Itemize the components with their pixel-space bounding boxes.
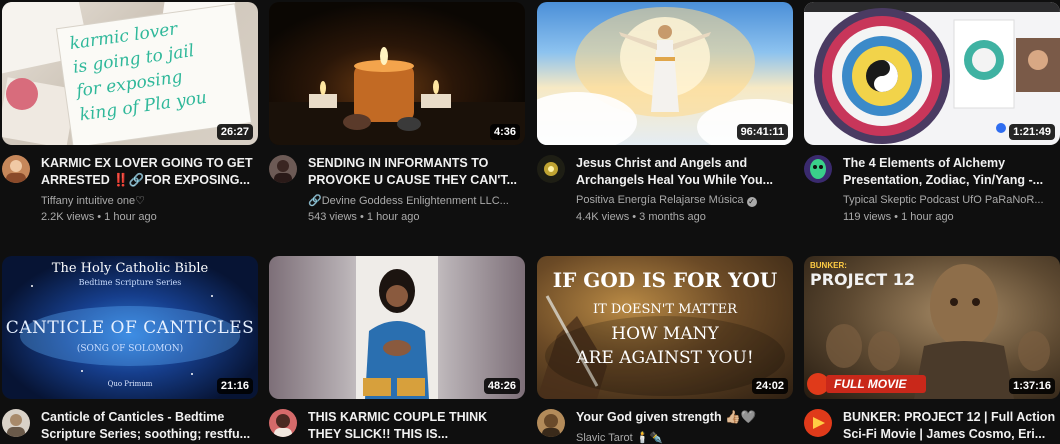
upload-age: 3 months ago: [639, 211, 706, 223]
thumb-kicker: BUNKER:: [810, 261, 847, 270]
duration-badge: 1:37:16: [1009, 378, 1055, 394]
video-thumbnail[interactable]: The Holy Catholic Bible Bedtime Scriptur…: [2, 256, 258, 399]
channel-name[interactable]: Positiva Energía Relajarse Música ✓: [576, 194, 790, 207]
video-title[interactable]: THIS KARMIC COUPLE THINK THEY SLICK!! TH…: [308, 409, 522, 443]
video-card[interactable]: karmic lover is going to jail for exposi…: [2, 2, 258, 223]
view-count: 543 views: [308, 211, 357, 223]
view-count: 4.4K views: [576, 211, 630, 223]
channel-avatar[interactable]: [537, 155, 565, 183]
video-card[interactable]: 96:41:11 Jesus Christ and Angels and Arc…: [537, 2, 793, 223]
video-thumbnail[interactable]: IF GOD IS FOR YOU IT DOESN'T MATTER HOW …: [537, 256, 793, 399]
video-thumbnail[interactable]: 48:26: [269, 256, 525, 399]
duration-badge: 21:16: [216, 378, 253, 394]
channel-name[interactable]: 🔗Devine Goddess Enlightenment LLC...: [308, 194, 522, 207]
duration-badge: 48:26: [483, 378, 520, 394]
video-title[interactable]: Your God given strength 👍🏼🩶: [576, 409, 790, 426]
channel-name[interactable]: Tiffany intuitive one♡: [41, 194, 255, 207]
video-thumbnail[interactable]: 96:41:11: [537, 2, 793, 145]
video-grid: karmic lover is going to jail for exposi…: [0, 0, 1060, 444]
video-card[interactable]: 4:36 SENDING IN INFORMANTS TO PROVOKE U …: [269, 2, 525, 223]
channel-avatar[interactable]: [537, 409, 565, 437]
thumb-heading: The Holy Catholic Bible: [51, 261, 209, 276]
video-title[interactable]: Jesus Christ and Angels and Archangels H…: [576, 155, 790, 189]
duration-badge: 24:02: [751, 378, 788, 394]
channel-avatar[interactable]: [2, 155, 30, 183]
thumb-subheading: Bedtime Scripture Series: [78, 278, 182, 287]
channel-name[interactable]: Typical Skeptic Podcast UfO PaRaNoR...: [843, 194, 1057, 206]
verified-check-icon: ✓: [746, 197, 757, 207]
thumb-line-3: HOW MANY: [611, 324, 719, 344]
video-card[interactable]: BUNKER: PROJECT 12 FULL MOVIE 1:37:16 BU…: [804, 256, 1060, 441]
thumb-title: PROJECT 12: [810, 270, 916, 289]
upload-age: 1 hour ago: [366, 211, 420, 223]
duration-badge: 26:27: [216, 124, 253, 140]
upload-age: 1 hour ago: [104, 211, 157, 223]
video-title[interactable]: The 4 Elements of Alchemy Presentation, …: [843, 155, 1057, 189]
thumb-heading: IF GOD IS FOR YOU: [552, 268, 778, 292]
video-card[interactable]: IF GOD IS FOR YOU IT DOESN'T MATTER HOW …: [537, 256, 793, 444]
duration-badge: 1:21:49: [1009, 124, 1055, 140]
duration-badge: 4:36: [489, 124, 520, 140]
video-thumbnail[interactable]: karmic lover is going to jail for exposi…: [2, 2, 258, 145]
thumb-line-4: ARE AGAINST YOU!: [576, 348, 754, 368]
video-stats: 2.2K views • 1 hour ago: [41, 211, 157, 223]
video-title[interactable]: Canticle of Canticles - Bedtime Scriptur…: [41, 409, 255, 443]
channel-avatar[interactable]: [2, 409, 30, 437]
duration-badge: 96:41:11: [736, 124, 788, 140]
thumb-title: CANTICLE OF CANTICLES: [5, 318, 255, 338]
thumb-line-2: IT DOESN'T MATTER: [592, 302, 737, 317]
video-thumbnail[interactable]: BUNKER: PROJECT 12 FULL MOVIE 1:37:16: [804, 256, 1060, 399]
video-title[interactable]: KARMIC EX LOVER GOING TO GET ARRESTED ‼️…: [41, 155, 255, 189]
video-card[interactable]: 1:21:49 The 4 Elements of Alchemy Presen…: [804, 2, 1060, 223]
channel-avatar[interactable]: [804, 409, 832, 437]
channel-avatar[interactable]: [269, 155, 297, 183]
video-card[interactable]: 48:26 THIS KARMIC COUPLE THINK THEY SLIC…: [269, 256, 525, 441]
video-stats: 543 views • 1 hour ago: [308, 211, 420, 223]
upload-age: 1 hour ago: [901, 211, 954, 223]
video-thumbnail[interactable]: 4:36: [269, 2, 525, 145]
video-title[interactable]: BUNKER: PROJECT 12 | Full Action Sci-Fi …: [843, 409, 1057, 443]
video-stats: 119 views • 1 hour ago: [843, 211, 954, 223]
view-count: 119 views: [843, 211, 892, 223]
channel-avatar[interactable]: [804, 155, 832, 183]
channel-name-text: Positiva Energía Relajarse Música: [576, 194, 744, 206]
video-title[interactable]: SENDING IN INFORMANTS TO PROVOKE U CAUSE…: [308, 155, 522, 189]
video-card[interactable]: The Holy Catholic Bible Bedtime Scriptur…: [2, 256, 258, 441]
thumb-subtitle: (SONG OF SOLOMON): [76, 344, 184, 354]
view-count: 2.2K views: [41, 211, 95, 223]
candles-illustration: [269, 47, 525, 145]
thumb-badge: FULL MOVIE: [834, 377, 907, 391]
video-thumbnail[interactable]: 1:21:49: [804, 2, 1060, 145]
video-stats: 4.4K views • 3 months ago: [576, 211, 706, 223]
channel-name[interactable]: Slavic Tarot 🕯️✒️: [576, 431, 790, 444]
channel-avatar[interactable]: [269, 409, 297, 437]
